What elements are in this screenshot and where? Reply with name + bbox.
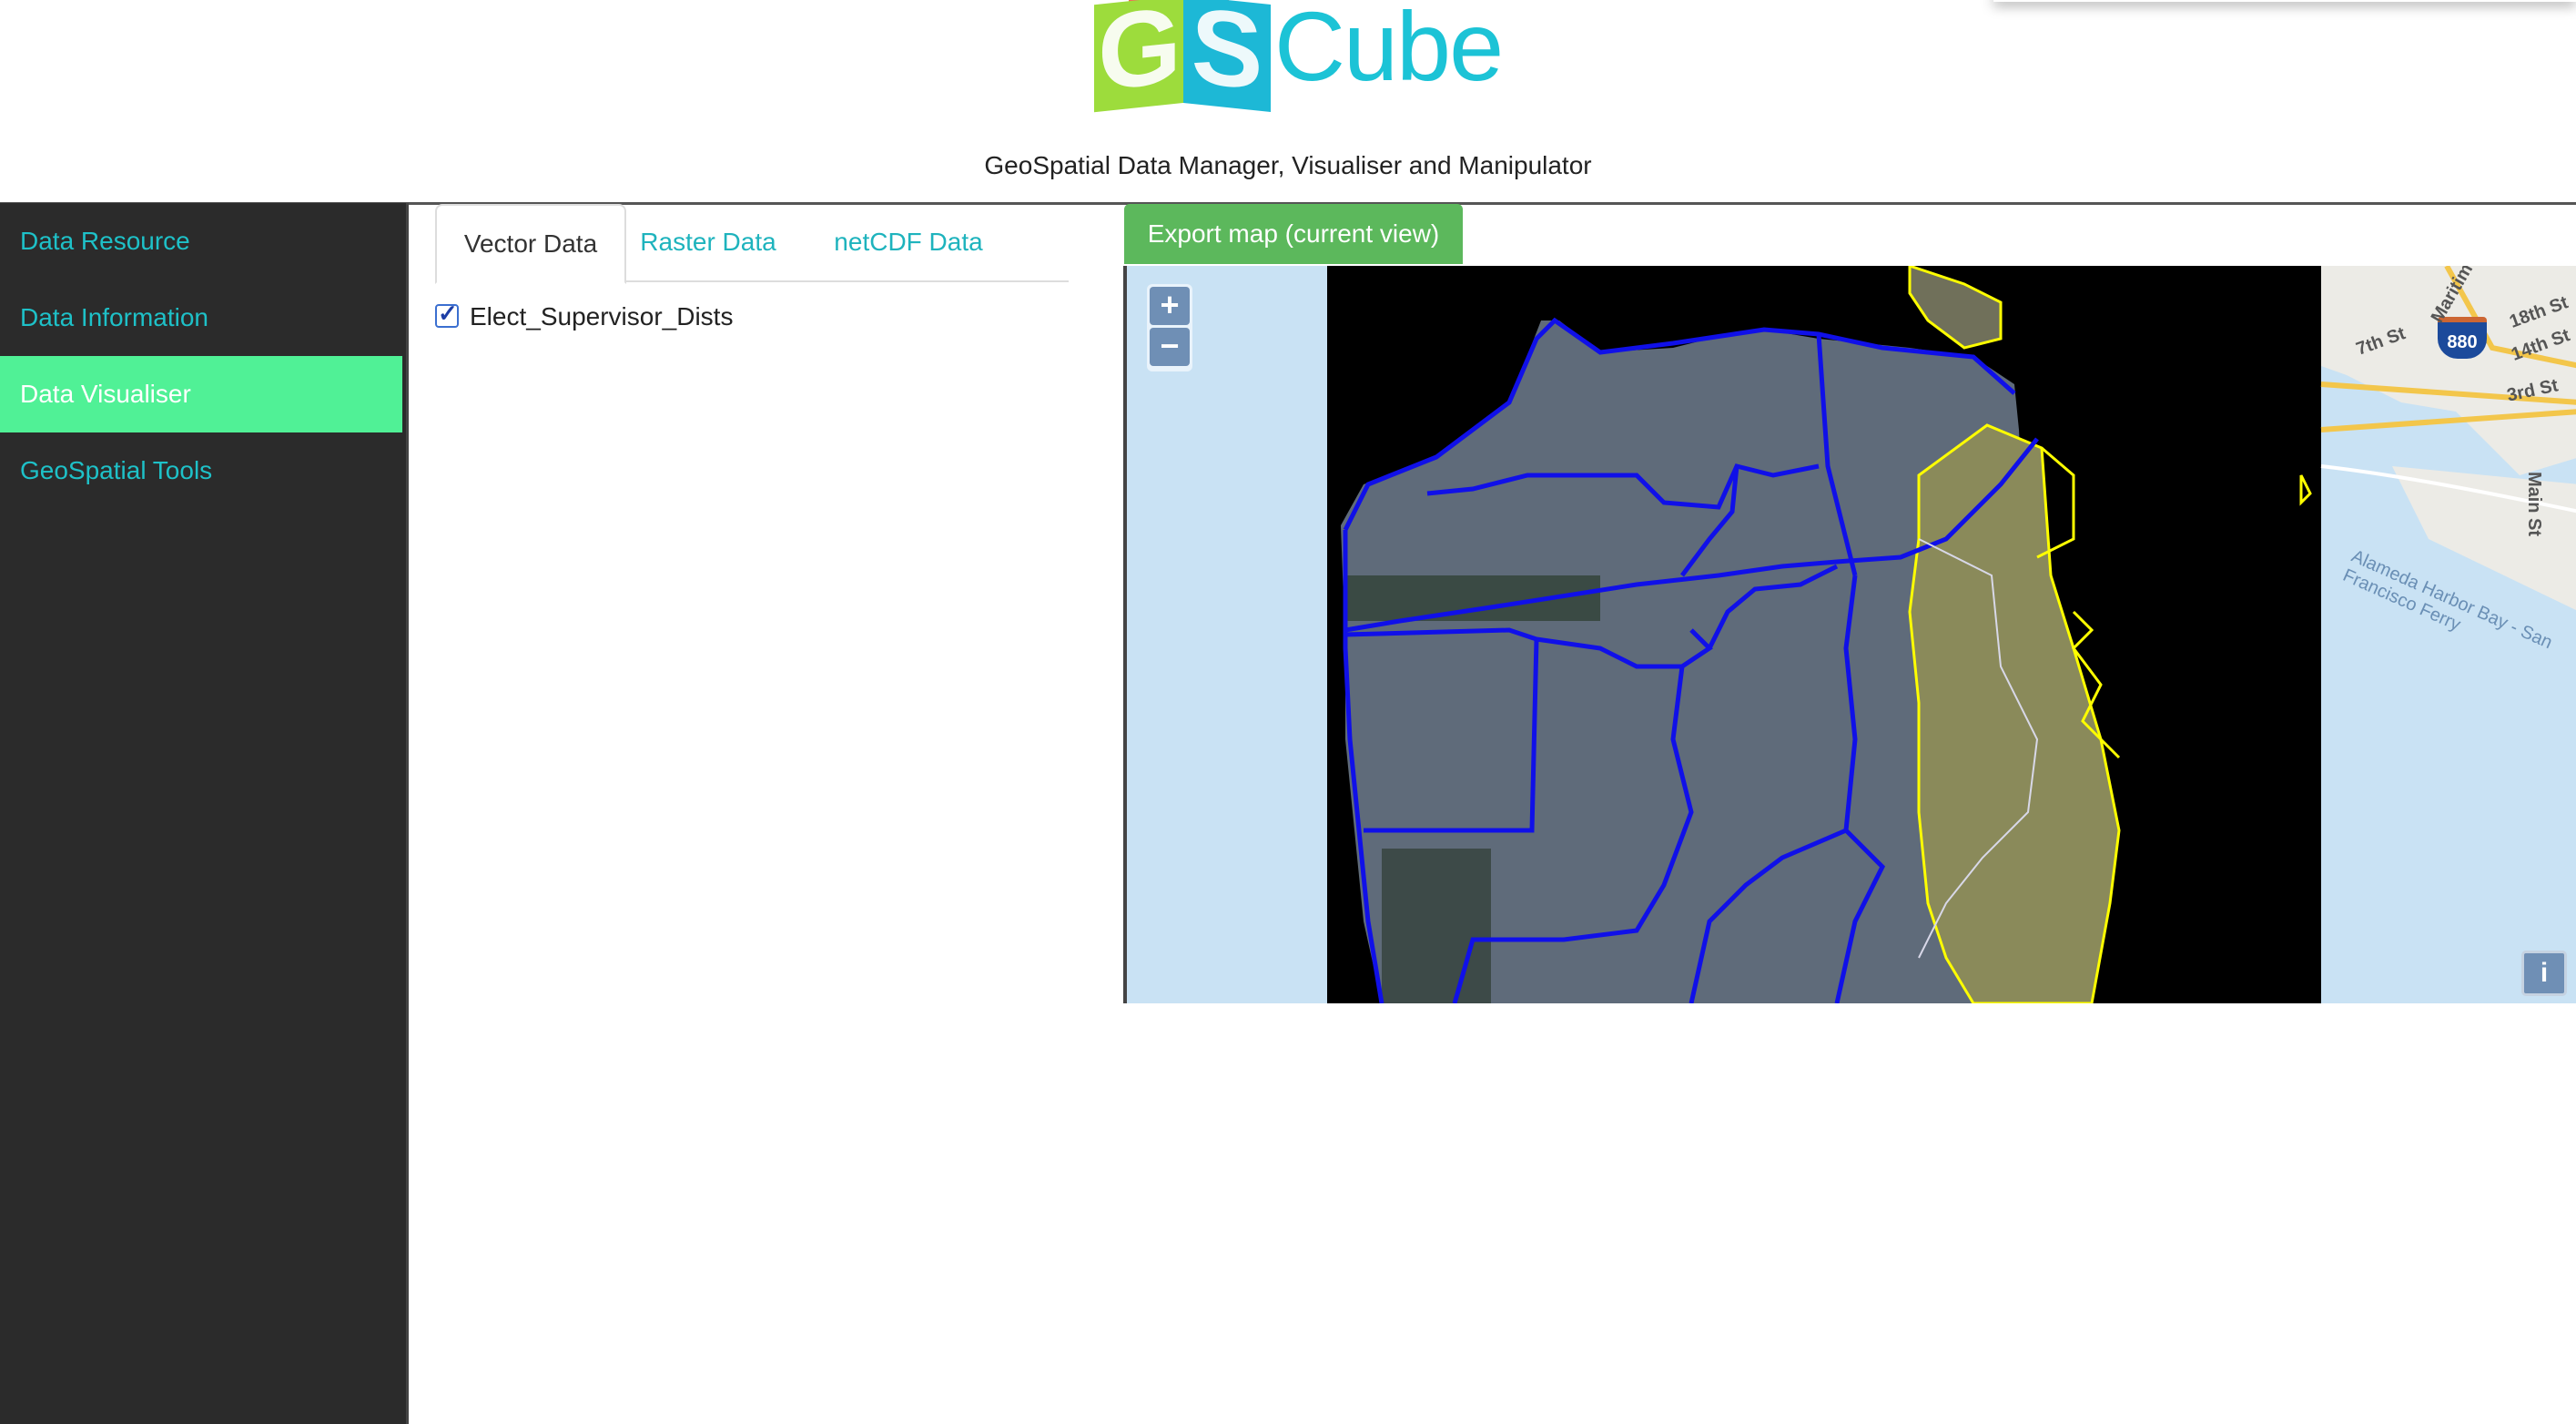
app-header: G S Cube GeoSpatial Data Manager, Visual…: [0, 0, 2576, 205]
sidebar-item-data-resource[interactable]: Data Resource: [0, 203, 406, 280]
dropdown-shadow: [1993, 0, 2576, 2]
data-type-tabs: Vector Data Raster Data netCDF Data: [435, 204, 1069, 284]
map-canvas: [1127, 266, 2576, 1003]
sidebar-item-data-information[interactable]: Data Information: [0, 280, 406, 356]
lake-merced-area: [1382, 849, 1491, 1003]
layer-item: Elect_Supervisor_Dists: [435, 295, 734, 335]
map-info-button[interactable]: i: [2521, 951, 2567, 996]
export-map-button[interactable]: Export map (current view): [1124, 204, 1463, 264]
map-label-main-st: Main St: [2524, 471, 2545, 537]
gscube-logo: G S Cube: [1092, 0, 1504, 118]
tab-raster-data[interactable]: Raster Data: [635, 204, 781, 280]
logo-cube-g: G: [1094, 0, 1185, 114]
app-subtitle: GeoSpatial Data Manager, Visualiser and …: [984, 151, 1592, 179]
map-view[interactable]: 880 18th St 14th St 7th St 3rd St Main S…: [1123, 266, 2576, 1003]
zoom-out-button[interactable]: −: [1150, 328, 1190, 366]
zoom-in-button[interactable]: +: [1150, 287, 1190, 325]
zoom-control: + −: [1147, 284, 1192, 371]
sidebar-item-geospatial-tools[interactable]: GeoSpatial Tools: [0, 432, 406, 509]
layer-checkbox[interactable]: [435, 295, 459, 331]
layer-name: Elect_Supervisor_Dists: [470, 302, 734, 331]
tab-vector-data[interactable]: Vector Data: [435, 204, 626, 284]
logo-text: Cube: [1274, 0, 1504, 101]
sidebar-nav: Data Resource Data Information Data Visu…: [0, 203, 409, 1424]
logo-cube-s: S: [1183, 0, 1271, 113]
tab-netcdf-data[interactable]: netCDF Data: [817, 204, 999, 280]
basemap-water-left: [1127, 266, 1327, 1003]
sidebar-item-data-visualiser[interactable]: Data Visualiser: [0, 356, 402, 432]
